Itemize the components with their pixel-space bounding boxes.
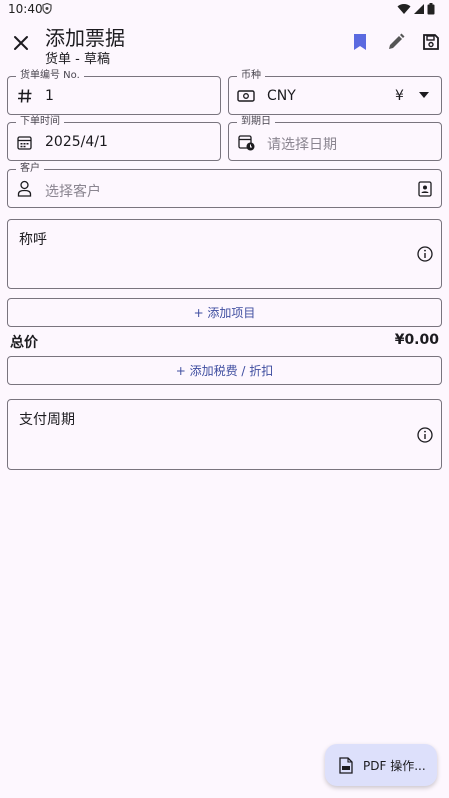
page-title: 添加票据 bbox=[45, 26, 125, 50]
battery-icon bbox=[427, 3, 435, 15]
invoice-number-field[interactable]: 货单编号 No. 1 bbox=[7, 70, 221, 115]
pdf-file-icon bbox=[339, 756, 353, 774]
client-placeholder: 选择客户 bbox=[45, 184, 101, 200]
invoice-number-value: 1 bbox=[45, 88, 54, 104]
bookmark-icon[interactable] bbox=[350, 32, 370, 52]
status-icons bbox=[397, 3, 435, 15]
calendar-clock-icon bbox=[238, 135, 255, 151]
client-label: 客户 bbox=[16, 163, 44, 175]
page-subtitle: 货单 - 草稿 bbox=[45, 52, 110, 67]
info-icon[interactable] bbox=[417, 246, 433, 262]
order-date-label: 下单时间 bbox=[16, 116, 64, 128]
total-value: ¥0.00 bbox=[394, 332, 439, 348]
add-item-button[interactable]: + 添加项目 bbox=[7, 298, 442, 327]
currency-value: CNY bbox=[267, 88, 296, 104]
signal-icon bbox=[414, 4, 424, 14]
client-field[interactable]: 客户 选择客户 bbox=[7, 163, 442, 208]
currency-symbol: ¥ bbox=[395, 88, 404, 104]
due-date-placeholder: 请选择日期 bbox=[267, 137, 337, 153]
status-time: 10:40 bbox=[8, 2, 43, 16]
save-icon[interactable] bbox=[421, 32, 441, 52]
edit-icon[interactable] bbox=[386, 32, 406, 52]
close-icon[interactable] bbox=[10, 32, 32, 54]
due-date-field[interactable]: 到期日 请选择日期 bbox=[228, 116, 442, 161]
money-icon bbox=[237, 90, 255, 102]
person-icon bbox=[17, 180, 32, 197]
order-date-field[interactable]: 下单时间 2025/4/1 bbox=[7, 116, 221, 161]
pdf-actions-label: PDF 操作... bbox=[363, 758, 426, 773]
info-icon[interactable] bbox=[417, 427, 433, 443]
greeting-label: 称呼 bbox=[19, 232, 47, 248]
contacts-icon[interactable] bbox=[418, 181, 432, 197]
greeting-field[interactable]: 称呼 bbox=[7, 219, 442, 289]
shield-icon bbox=[42, 3, 52, 14]
wifi-icon bbox=[397, 4, 411, 15]
currency-field[interactable]: 币种 CNY ¥ bbox=[228, 70, 442, 115]
invoice-number-label: 货单编号 No. bbox=[16, 70, 84, 82]
payment-terms-label: 支付周期 bbox=[19, 412, 75, 428]
total-label: 总价 bbox=[10, 335, 38, 351]
app-bar: 添加票据 货单 - 草稿 bbox=[0, 18, 449, 68]
dropdown-arrow-icon[interactable] bbox=[419, 92, 429, 98]
currency-label: 币种 bbox=[237, 70, 265, 82]
payment-terms-field[interactable]: 支付周期 bbox=[7, 399, 442, 470]
status-bar: 10:40 bbox=[0, 0, 449, 18]
order-date-value: 2025/4/1 bbox=[45, 134, 108, 150]
hash-icon bbox=[18, 89, 32, 103]
calendar-icon bbox=[17, 136, 32, 150]
pdf-actions-button[interactable]: PDF 操作... bbox=[325, 744, 437, 786]
due-date-label: 到期日 bbox=[237, 116, 275, 128]
add-tax-discount-button[interactable]: + 添加税费 / 折扣 bbox=[7, 356, 442, 385]
